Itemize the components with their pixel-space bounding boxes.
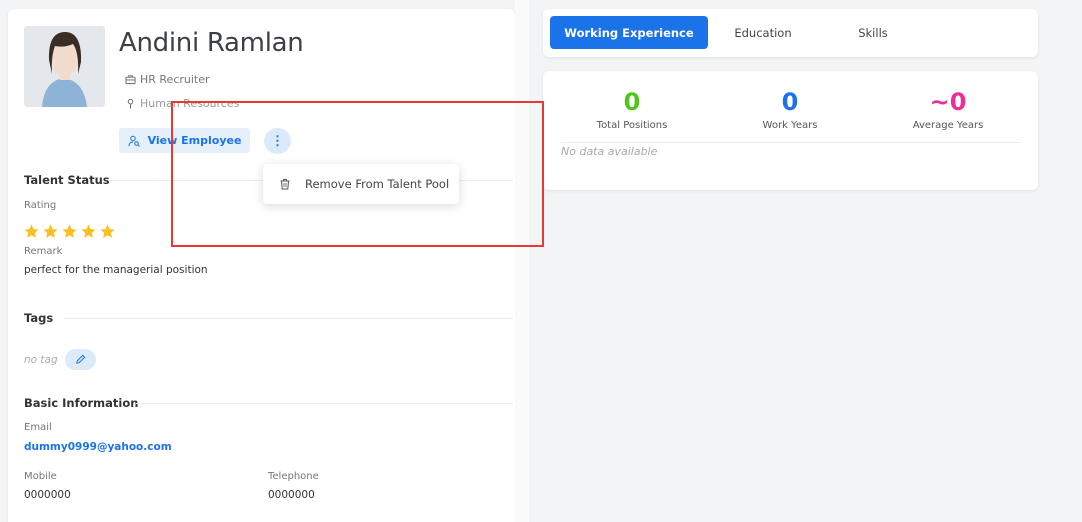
pencil-icon [76,354,86,364]
trash-icon [280,179,290,190]
edit-tags-button[interactable] [65,349,96,370]
telephone-value: 0000000 [268,489,315,501]
more-vertical-icon: ⋮ [271,133,284,148]
no-data-text: No data available [561,145,658,158]
department-text: Human Resources [140,97,240,110]
rating-stars [23,223,116,240]
role-row: HR Recruiter [125,73,210,86]
star-icon[interactable] [23,223,40,240]
stats-divider [561,142,1021,143]
briefcase-icon [125,75,136,85]
email-label: Email [24,422,52,433]
tab-skills[interactable]: Skills [828,16,918,49]
employee-name: Andini Ramlan [119,28,304,58]
column-divider [515,0,529,522]
tags-title: Tags [24,311,54,325]
stat-average-years: ~0 Average Years [878,87,1018,131]
user-search-icon [128,135,140,147]
remark-value: perfect for the managerial position [24,264,208,276]
stat-work-years: 0 Work Years [720,87,860,131]
experience-stats-card: 0 Total Positions 0 Work Years ~0 Averag… [543,71,1038,190]
tab-education[interactable]: Education [718,16,808,49]
department-row: Human Resources [125,97,239,110]
pin-icon [127,98,134,109]
more-options-button[interactable]: ⋮ [264,128,291,154]
tab-working-experience[interactable]: Working Experience [550,16,708,49]
star-icon[interactable] [42,223,59,240]
avatar [24,26,105,107]
basic-information-title: Basic Information [24,396,139,410]
stat-value: 0 [781,88,799,116]
star-icon[interactable] [61,223,78,240]
stat-caption: Total Positions [596,120,668,131]
remove-from-talent-pool-item[interactable]: Remove From Talent Pool [305,177,449,191]
mobile-value: 0000000 [24,489,71,501]
stat-caption: Average Years [912,120,984,131]
view-employee-label: View Employee [147,134,242,147]
tabs-bar: Working Experience Education Skills [543,9,1038,57]
no-tag-text: no tag [24,354,58,366]
view-employee-button[interactable]: View Employee [119,128,250,153]
stat-value: ~0 [929,88,967,116]
section-divider [136,403,513,404]
email-link[interactable]: dummy0999@yahoo.com [24,441,172,453]
telephone-label: Telephone [268,471,319,482]
section-divider [64,318,513,319]
star-icon[interactable] [80,223,97,240]
stat-total-positions: 0 Total Positions [562,87,702,131]
stat-caption: Work Years [762,120,818,131]
mobile-label: Mobile [24,471,57,482]
profile-card: Andini Ramlan HR Recruiter Human Resourc… [8,9,515,522]
talent-status-title: Talent Status [24,173,110,187]
star-icon[interactable] [99,223,116,240]
role-text: HR Recruiter [140,73,210,86]
more-options-menu: Remove From Talent Pool [263,164,459,204]
remark-label: Remark [24,246,63,257]
stat-value: 0 [623,88,641,116]
rating-label: Rating [24,200,57,211]
